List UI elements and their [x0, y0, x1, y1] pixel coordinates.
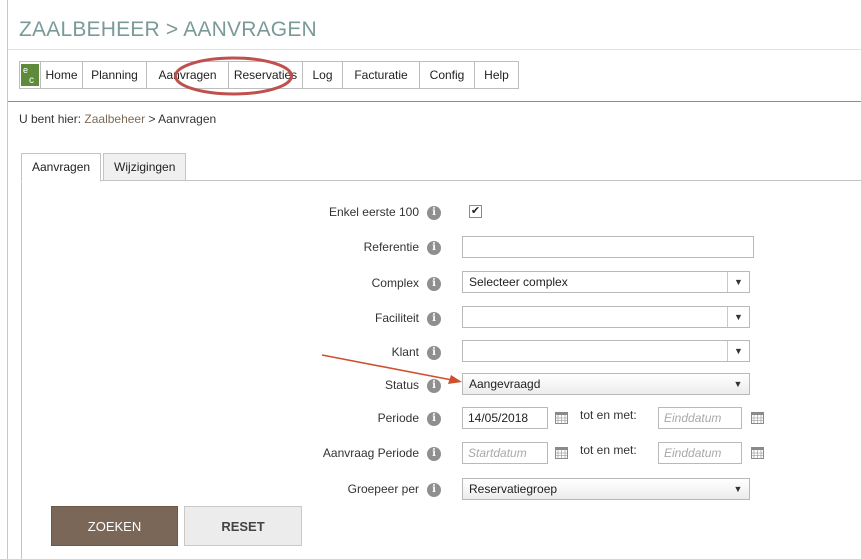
reset-button[interactable]: RESET	[184, 506, 302, 546]
aanvraag-start-input[interactable]: Startdatum	[462, 442, 548, 464]
groepeer-select[interactable]: Reservatiegroep ▼	[462, 478, 750, 500]
info-icon[interactable]: i	[427, 312, 441, 326]
referentie-input[interactable]	[462, 236, 754, 258]
breadcrumb-current: Aanvragen	[158, 112, 217, 126]
nav-item-config[interactable]: Config	[420, 62, 475, 88]
breadcrumb: U bent hier: Zaalbeheer > Aanvragen	[19, 112, 216, 126]
nav-item-facturatie[interactable]: Facturatie	[343, 62, 420, 88]
chevron-down-icon[interactable]: ▼	[727, 272, 749, 292]
chevron-down-icon[interactable]: ▼	[727, 479, 749, 499]
status-select-value: Aangevraagd	[469, 377, 541, 391]
faciliteit-label: Faciliteit	[374, 311, 419, 325]
info-icon[interactable]: i	[427, 277, 441, 291]
faciliteit-select[interactable]: ▼	[462, 306, 750, 328]
search-button[interactable]: ZOEKEN	[51, 506, 178, 546]
groepeer-select-value: Reservatiegroep	[469, 482, 558, 496]
calendar-icon[interactable]	[555, 447, 568, 459]
info-icon[interactable]: i	[427, 241, 441, 255]
highlight-ellipse	[174, 56, 293, 96]
enkel-eerste-checkbox[interactable]: ✔	[469, 205, 482, 218]
periode-end-input[interactable]: Einddatum	[658, 407, 742, 429]
info-icon[interactable]: i	[427, 206, 441, 220]
svg-text:c: c	[29, 75, 34, 86]
app-logo-icon[interactable]: e c	[20, 62, 41, 88]
aanvraag-end-input[interactable]: Einddatum	[658, 442, 742, 464]
complex-select-value: Selecteer complex	[469, 275, 568, 289]
tab-bar: Aanvragen Wijzigingen	[21, 153, 188, 182]
page-title: ZAALBEHEER > AANVRAGEN	[19, 18, 317, 41]
page-left-border	[7, 0, 8, 559]
periode-tot-en-met: tot en met:	[580, 408, 637, 422]
aanvraag-periode-label: Aanvraag Periode	[322, 446, 419, 460]
info-icon[interactable]: i	[427, 412, 441, 426]
nav-item-home[interactable]: Home	[41, 62, 83, 88]
info-icon[interactable]: i	[427, 447, 441, 461]
tab-aanvragen[interactable]: Aanvragen	[21, 153, 102, 182]
title-divider	[8, 49, 861, 50]
breadcrumb-separator: >	[148, 112, 156, 126]
aanvraag-tot-en-met: tot en met:	[580, 443, 637, 457]
periode-label: Periode	[377, 411, 419, 425]
chevron-down-icon[interactable]: ▼	[727, 307, 749, 327]
tab-wijzigingen[interactable]: Wijzigingen	[103, 153, 187, 181]
complex-select[interactable]: Selecteer complex ▼	[462, 271, 750, 293]
chevron-down-icon[interactable]: ▼	[727, 341, 749, 361]
klant-select[interactable]: ▼	[462, 340, 750, 362]
info-icon[interactable]: i	[427, 483, 441, 497]
groepeer-label: Groepeer per	[347, 482, 419, 496]
annotation-arrow	[321, 354, 462, 384]
enkel-eerste-label: Enkel eerste 100	[328, 205, 419, 219]
calendar-icon[interactable]	[751, 412, 764, 424]
referentie-label: Referentie	[363, 240, 419, 254]
calendar-icon[interactable]	[555, 412, 568, 424]
breadcrumb-prefix: U bent hier:	[19, 112, 82, 126]
calendar-icon[interactable]	[751, 447, 764, 459]
nav-divider	[8, 101, 861, 102]
nav-item-planning[interactable]: Planning	[83, 62, 147, 88]
breadcrumb-link-zaalbeheer[interactable]: Zaalbeheer	[84, 112, 145, 126]
status-select[interactable]: Aangevraagd ▼	[462, 373, 750, 395]
chevron-down-icon[interactable]: ▼	[727, 374, 749, 394]
svg-text:e: e	[23, 65, 28, 75]
complex-label: Complex	[371, 276, 419, 290]
periode-start-input[interactable]: 14/05/2018	[462, 407, 548, 429]
nav-item-help[interactable]: Help	[475, 62, 518, 88]
nav-item-log[interactable]: Log	[303, 62, 343, 88]
